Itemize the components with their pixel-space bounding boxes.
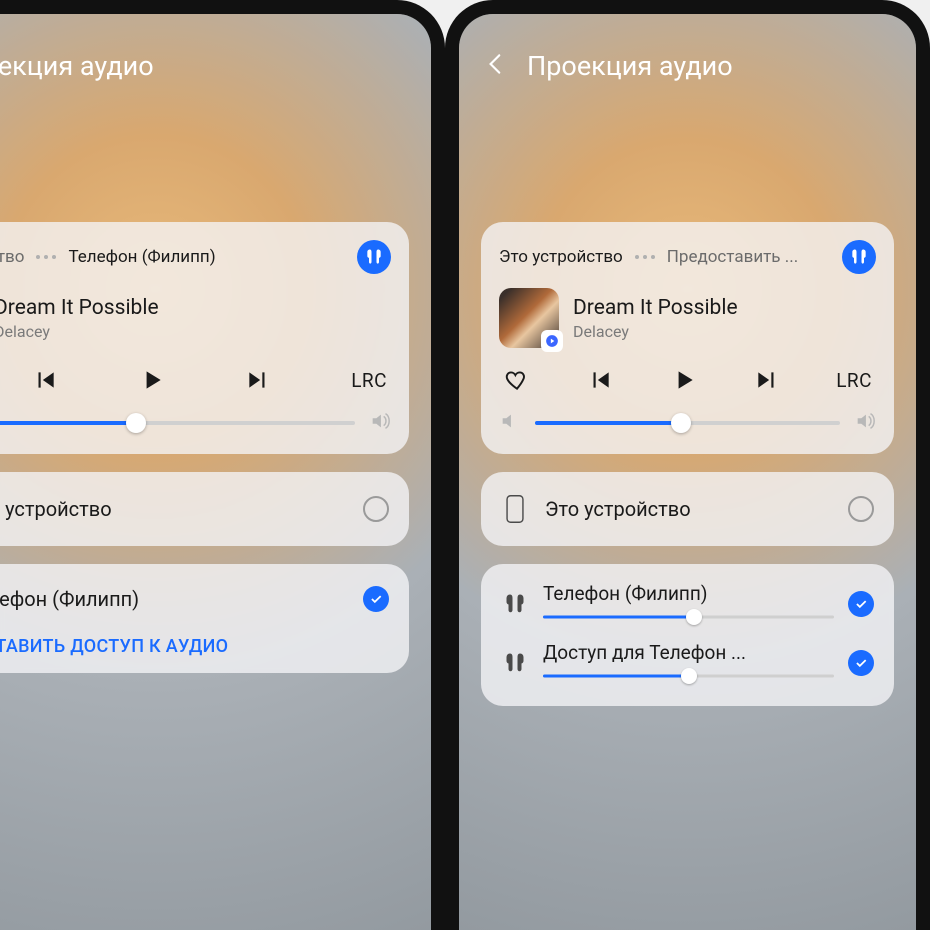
tab-share[interactable]: Предоставить ... [667,247,798,267]
device-this-card[interactable]: Это устройство [0,472,409,546]
volume-row [0,410,391,436]
shared-device-1-slider[interactable] [543,609,834,625]
music-app-badge-icon [541,330,563,352]
share-audio-link[interactable]: ПРЕДОСТАВИТЬ ДОСТУП К АУДИО [0,622,391,661]
radio-unchecked[interactable] [848,496,874,522]
next-icon[interactable] [753,366,781,394]
next-icon[interactable] [244,366,272,394]
header: Проекция аудио [0,14,431,82]
earbuds-icon[interactable] [842,240,876,274]
lyrics-button[interactable]: LRC [836,369,872,392]
phone-icon [501,494,529,524]
prev-icon[interactable] [586,366,614,394]
volume-slider[interactable] [535,413,840,433]
device-tabs[interactable]: Это устройство Предоставить ... [499,247,798,267]
track-row: Dream It Possible Delacey [499,288,876,348]
heart-icon[interactable] [503,366,531,394]
phone-right: Проекция аудио Это устройство Предостави… [445,0,930,930]
back-icon[interactable] [483,51,509,81]
play-icon[interactable] [670,366,698,394]
device-tabs[interactable]: о устройство Телефон (Филипп) [0,247,216,267]
shared-device-1[interactable]: Телефон (Филипп) [499,576,876,635]
radio-unchecked[interactable] [363,496,389,522]
phone-left: Проекция аудио о устройство Телефон (Фил… [0,0,445,930]
tab-dots-icon [635,255,655,259]
volume-row [499,410,876,436]
volume-high-icon [854,410,876,436]
volume-low-icon [499,410,521,436]
track-title: Dream It Possible [573,296,738,320]
device-this-label: Это устройство [545,497,832,521]
tab-phone[interactable]: Телефон (Филипп) [68,247,215,267]
earbuds-outline-icon [501,592,529,616]
now-playing-card: о устройство Телефон (Филипп) [0,222,409,454]
tab-dots-icon [36,255,56,259]
device-phone-row[interactable]: Телефон (Филипп) [0,576,391,622]
lyrics-button[interactable]: LRC [351,369,387,392]
track-artist: Delacey [0,322,159,341]
header: Проекция аудио [459,14,916,82]
device-this-label: Это устройство [0,497,347,521]
volume-high-icon [369,410,391,436]
radio-checked[interactable] [363,586,389,612]
album-art[interactable] [499,288,559,348]
page-title: Проекция аудио [0,50,154,82]
tab-this-device[interactable]: Это устройство [499,247,623,267]
radio-checked[interactable] [848,591,874,617]
page-title: Проекция аудио [527,50,733,82]
playback-controls: LRC [499,366,876,394]
playback-controls: LRC [0,366,391,394]
shared-device-2-name: Доступ для Телефон ... [543,641,834,664]
shared-device-2[interactable]: Доступ для Телефон ... [499,635,876,694]
device-phone-label: Телефон (Филипп) [0,587,347,611]
radio-checked[interactable] [848,650,874,676]
tab-this-device[interactable]: о устройство [0,247,24,267]
shared-devices-card: Телефон (Филипп) Доступ для Телефон ... [481,564,894,706]
earbuds-icon[interactable] [357,240,391,274]
earbuds-outline-icon [501,651,529,675]
play-icon[interactable] [138,366,166,394]
now-playing-card: Это устройство Предоставить ... [481,222,894,454]
device-phone-card: Телефон (Филипп) ПРЕДОСТАВИТЬ ДОСТУП К А… [0,564,409,673]
track-artist: Delacey [573,322,738,341]
prev-icon[interactable] [31,366,59,394]
track-title: Dream It Possible [0,296,159,320]
device-this-card[interactable]: Это устройство [481,472,894,546]
shared-device-1-name: Телефон (Филипп) [543,582,834,605]
shared-device-2-slider[interactable] [543,668,834,684]
track-row: Dream It Possible Delacey [0,288,391,348]
volume-slider[interactable] [0,413,355,433]
